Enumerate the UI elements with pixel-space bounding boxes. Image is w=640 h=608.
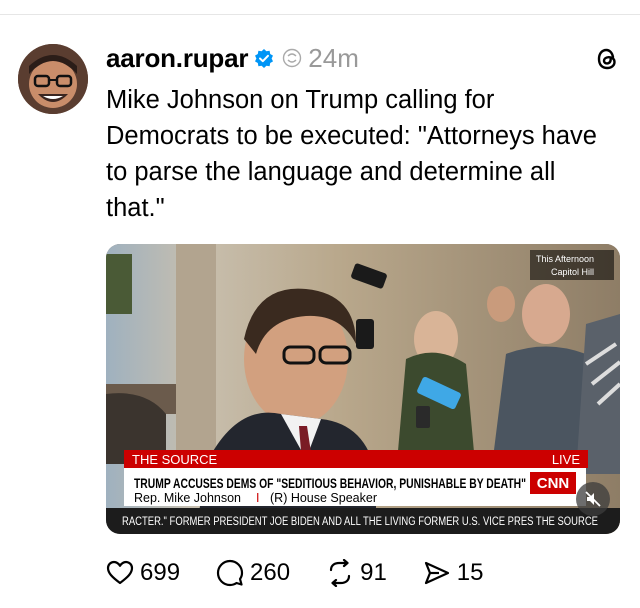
share-count: 15	[456, 559, 484, 586]
share-button[interactable]: 15	[423, 559, 484, 587]
heart-icon	[106, 560, 134, 585]
corner-label-line1: This Afternoon	[536, 254, 594, 264]
mute-icon[interactable]	[576, 482, 610, 516]
tag-right: LIVE	[552, 452, 581, 467]
repost-count: 91	[360, 559, 387, 586]
repost-mini-icon	[282, 48, 302, 68]
corner-label-line2: Capitol Hill	[551, 267, 594, 277]
post-text: Mike Johnson on Trump calling for Democr…	[106, 86, 597, 222]
comment-icon	[216, 559, 244, 587]
threads-logo-icon[interactable]	[594, 46, 620, 72]
verified-badge-icon	[254, 48, 274, 68]
network-logo: CNN	[537, 475, 570, 492]
timestamp: 24m	[308, 42, 359, 73]
like-count: 699	[140, 559, 181, 586]
lower-third-role: (R) House Speaker	[270, 491, 377, 505]
chyron-headline: TRUMP ACCUSES DEMS OF "SEDITIOUS BEHAVIO…	[134, 475, 526, 491]
avatar[interactable]	[18, 44, 88, 114]
repost-button[interactable]: 91	[326, 559, 387, 587]
like-button[interactable]: 699	[106, 559, 180, 587]
action-bar: 699 260 91 15	[106, 555, 520, 591]
reply-button[interactable]: 260	[216, 559, 290, 587]
reply-count: 260	[250, 559, 291, 586]
repost-icon	[329, 559, 351, 587]
lower-third-name: Rep. Mike Johnson	[134, 491, 241, 505]
news-ticker: RACTER." FORMER PRESIDENT JOE BIDEN AND …	[122, 516, 598, 528]
username[interactable]: aaron.rupar	[106, 43, 248, 74]
tag-left: THE SOURCE	[132, 452, 218, 467]
share-icon	[424, 561, 449, 585]
top-divider	[0, 14, 640, 15]
lower-third-separator: I	[256, 491, 259, 505]
post-header: aaron.rupar 24m	[106, 41, 359, 75]
video-player[interactable]: This Afternoon Capitol Hill THE SOURCE L…	[106, 244, 620, 534]
